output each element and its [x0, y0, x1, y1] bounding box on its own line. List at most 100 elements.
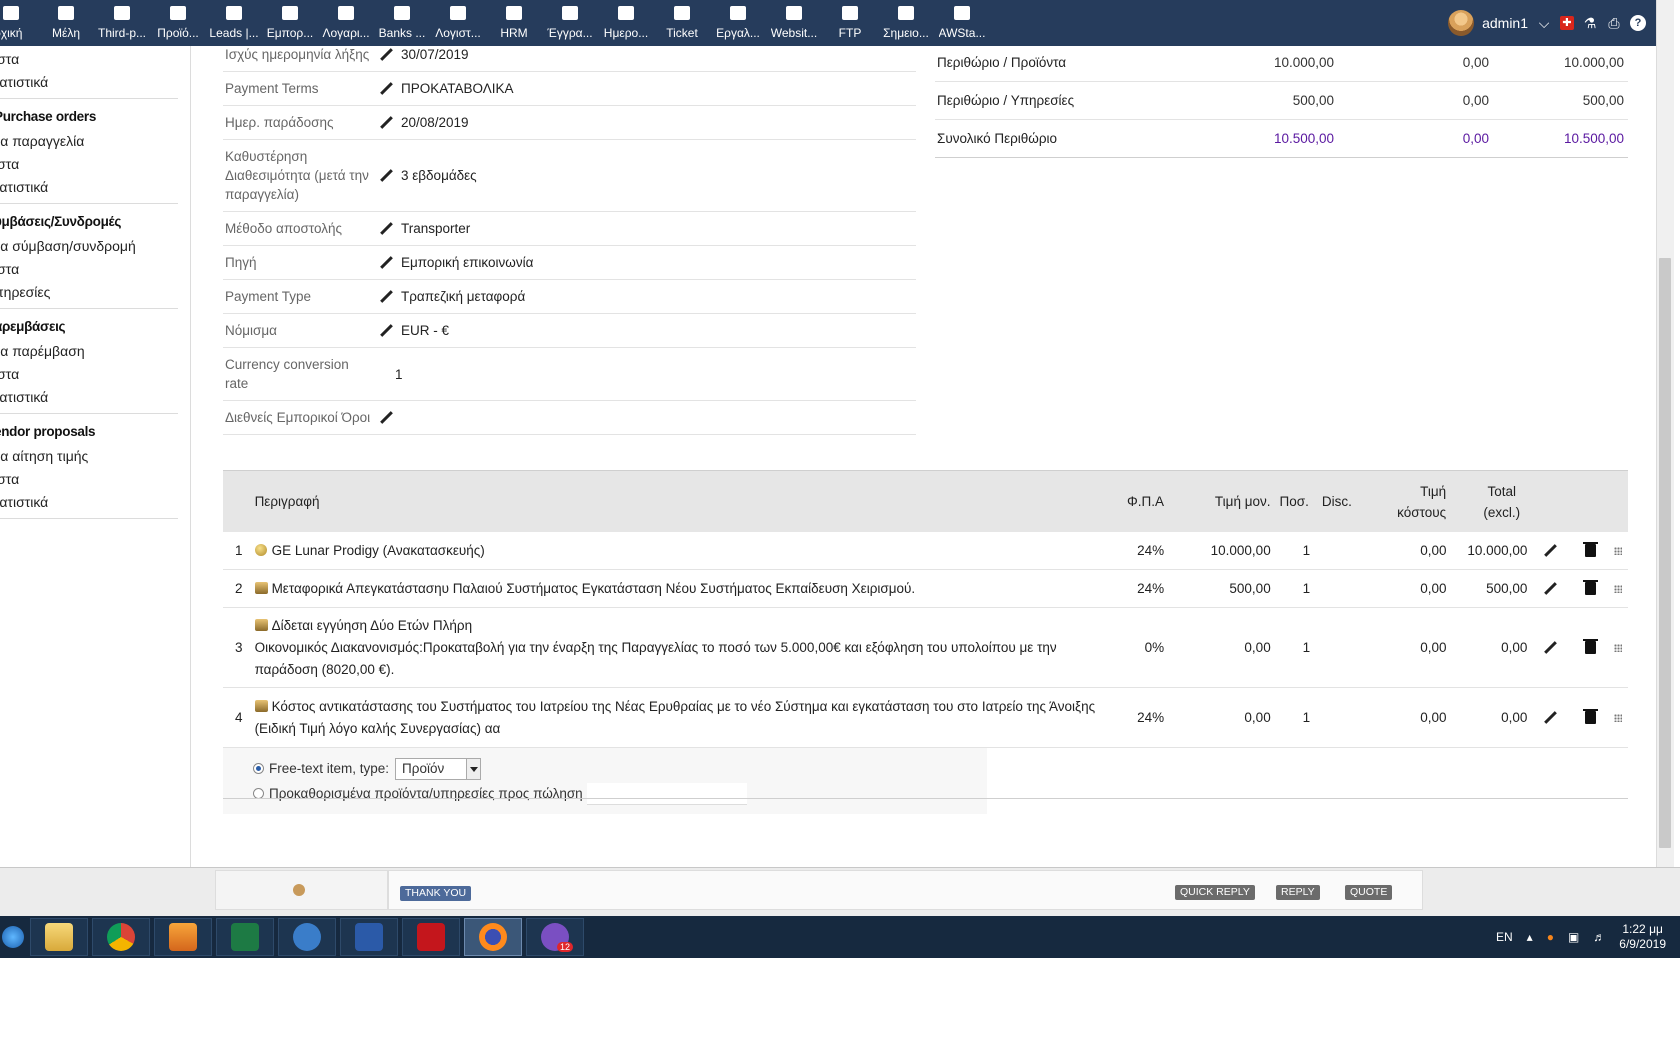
- firefox-icon[interactable]: [464, 918, 522, 956]
- edit-pencil-icon[interactable]: [379, 222, 393, 236]
- edit-pencil-icon[interactable]: [379, 82, 393, 96]
- nav-item-10[interactable]: Έγγρα...: [542, 0, 598, 46]
- help-icon[interactable]: ?: [1630, 15, 1646, 31]
- network-icon[interactable]: ▣: [1568, 930, 1579, 944]
- dropdown-arrow-icon[interactable]: [466, 758, 481, 779]
- alert-icon[interactable]: ✚: [1560, 16, 1574, 30]
- sidebar-link[interactable]: ίστα: [0, 48, 178, 71]
- edit-pencil-icon[interactable]: [379, 324, 393, 338]
- edit-pencil-icon[interactable]: [1543, 641, 1557, 655]
- nav-item-17[interactable]: AWSta...: [934, 0, 990, 46]
- edit-pencil-icon[interactable]: [379, 169, 393, 183]
- drag-handle[interactable]: [1608, 546, 1628, 555]
- predefined-product-search[interactable]: [586, 782, 747, 805]
- nav-item-0[interactable]: ρχική: [0, 0, 38, 46]
- edit-line-button[interactable]: [1527, 544, 1571, 558]
- nav-item-14[interactable]: Websit...: [766, 0, 822, 46]
- bug-icon[interactable]: ⚗: [1582, 15, 1598, 31]
- sidebar-link[interactable]: έα αίτηση τιμής: [0, 445, 178, 468]
- acrobat-icon[interactable]: [402, 918, 460, 956]
- edit-line-button[interactable]: [1527, 641, 1571, 655]
- sidebar-group-title[interactable]: αρεμβάσεις: [0, 315, 178, 340]
- word-icon[interactable]: [340, 918, 398, 956]
- nav-item-4[interactable]: Leads |...: [206, 0, 262, 46]
- edit-pencil-icon[interactable]: [379, 290, 393, 304]
- trash-icon[interactable]: [1582, 580, 1598, 595]
- sidebar-group-title[interactable]: υμβάσεις/Συνδρομές: [0, 210, 178, 235]
- nav-item-3[interactable]: Προϊό...: [150, 0, 206, 46]
- delete-line-button[interactable]: [1572, 709, 1609, 724]
- outlook-icon[interactable]: [278, 918, 336, 956]
- trash-icon[interactable]: [1582, 709, 1598, 724]
- media-player-icon[interactable]: [154, 918, 212, 956]
- edit-pencil-icon[interactable]: [379, 48, 393, 62]
- thank-you-button[interactable]: THANK YOU: [400, 886, 472, 901]
- sidebar-link[interactable]: τατιστικά: [0, 176, 178, 199]
- file-explorer-icon[interactable]: [30, 918, 88, 956]
- edit-pencil-icon[interactable]: [379, 411, 393, 425]
- drag-grip-icon[interactable]: [1614, 584, 1623, 593]
- trash-icon[interactable]: [1582, 639, 1598, 654]
- windows-start-icon[interactable]: [0, 918, 26, 956]
- language-indicator[interactable]: EN: [1496, 930, 1513, 944]
- drag-grip-icon[interactable]: [1614, 643, 1623, 652]
- nav-item-5[interactable]: Εμπορ...: [262, 0, 318, 46]
- volume-icon[interactable]: ♬: [1593, 930, 1605, 944]
- user-name[interactable]: admin1: [1482, 15, 1528, 31]
- sidebar-link[interactable]: ίστα: [0, 153, 178, 176]
- sidebar-link[interactable]: τατιστικά: [0, 491, 178, 514]
- print-icon[interactable]: ⎙: [1606, 15, 1622, 31]
- edit-pencil-icon[interactable]: [1543, 544, 1557, 558]
- delete-line-button[interactable]: [1572, 542, 1609, 557]
- edit-pencil-icon[interactable]: [379, 116, 393, 130]
- excel-icon[interactable]: [216, 918, 274, 956]
- free-text-radio[interactable]: [253, 763, 264, 774]
- nav-item-9[interactable]: HRM: [486, 0, 542, 46]
- tray-arrow-icon[interactable]: ▴: [1527, 930, 1533, 944]
- drag-handle[interactable]: [1608, 713, 1628, 722]
- edit-pencil-icon[interactable]: [1543, 711, 1557, 725]
- clock[interactable]: 1:22 μμ 6/9/2019: [1619, 922, 1666, 952]
- chrome-icon[interactable]: [92, 918, 150, 956]
- metamask-icon[interactable]: ●: [1547, 930, 1554, 944]
- viber-icon[interactable]: 12: [526, 918, 584, 956]
- sidebar-link[interactable]: έα παρέμβαση: [0, 340, 178, 363]
- user-avatar[interactable]: [1448, 10, 1475, 36]
- nav-item-12[interactable]: Ticket: [654, 0, 710, 46]
- chevron-down-icon[interactable]: ⌵: [1536, 15, 1552, 31]
- trash-icon[interactable]: [1582, 542, 1598, 557]
- sidebar-group-title[interactable]: Purchase orders: [0, 105, 178, 130]
- quote-button[interactable]: QUOTE: [1345, 885, 1393, 900]
- edit-pencil-icon[interactable]: [379, 256, 393, 270]
- nav-item-8[interactable]: Λογιστ...: [430, 0, 486, 46]
- nav-item-11[interactable]: Ημερο...: [598, 0, 654, 46]
- edit-line-button[interactable]: [1527, 711, 1571, 725]
- delete-line-button[interactable]: [1572, 639, 1609, 654]
- nav-item-1[interactable]: Μέλη: [38, 0, 94, 46]
- vertical-scrollbar[interactable]: [1656, 0, 1674, 868]
- delete-line-button[interactable]: [1572, 580, 1609, 595]
- drag-grip-icon[interactable]: [1614, 546, 1623, 555]
- scrollbar-thumb[interactable]: [1659, 258, 1671, 848]
- sidebar-link[interactable]: πηρεσίες: [0, 281, 178, 304]
- drag-handle[interactable]: [1608, 584, 1628, 593]
- sidebar-link[interactable]: ίστα: [0, 258, 178, 281]
- product-type-select[interactable]: Προϊόν: [395, 757, 482, 780]
- sidebar-link[interactable]: έα σύμβαση/συνδρομή: [0, 235, 178, 258]
- edit-pencil-icon[interactable]: [1543, 582, 1557, 596]
- quick-reply-button[interactable]: QUICK REPLY: [1175, 885, 1255, 900]
- nav-item-7[interactable]: Banks ...: [374, 0, 430, 46]
- edit-line-button[interactable]: [1527, 582, 1571, 596]
- nav-item-2[interactable]: Third-p...: [94, 0, 150, 46]
- drag-handle[interactable]: [1608, 643, 1628, 652]
- sidebar-link[interactable]: τατιστικά: [0, 386, 178, 409]
- sidebar-link[interactable]: τατιστικά: [0, 71, 178, 94]
- sidebar-group-title[interactable]: endor proposals: [0, 420, 178, 445]
- nav-item-16[interactable]: Σημειο...: [878, 0, 934, 46]
- reply-button[interactable]: REPLY: [1276, 885, 1320, 900]
- sidebar-link[interactable]: έα παραγγελία: [0, 130, 178, 153]
- nav-item-6[interactable]: Λογαρι...: [318, 0, 374, 46]
- sidebar-link[interactable]: ίστα: [0, 468, 178, 491]
- nav-item-13[interactable]: Εργαλ...: [710, 0, 766, 46]
- drag-grip-icon[interactable]: [1614, 713, 1623, 722]
